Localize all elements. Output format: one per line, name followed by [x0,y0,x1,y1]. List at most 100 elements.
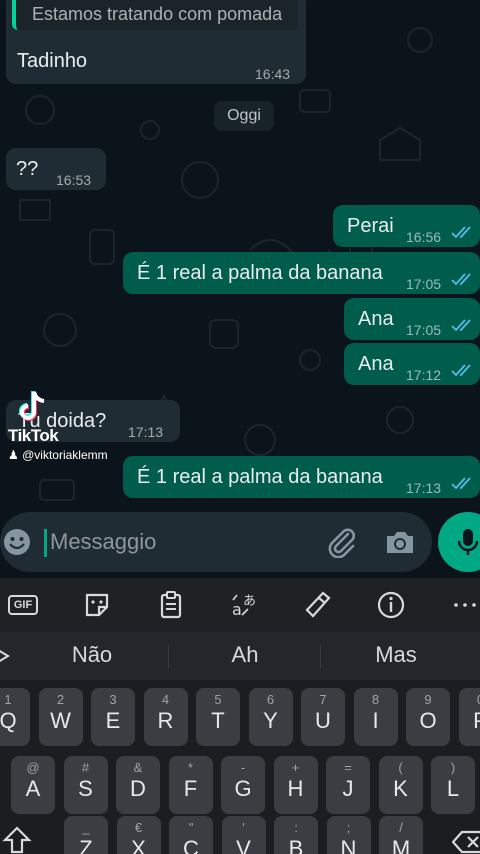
message-bubble-incoming[interactable]: ?? 16:53 [6,148,106,190]
suggestion-item[interactable]: Ah [185,642,305,668]
key-k[interactable]: (K [378,756,423,814]
key-hint: 0 [459,692,480,707]
key-hint: ; [346,820,351,835]
key-label: J [342,776,354,801]
clipboard-icon[interactable] [156,590,186,620]
key-hint: 2 [56,692,65,707]
more-icon[interactable] [450,590,480,620]
key-hint: & [133,760,143,775]
key-label: D [130,776,146,801]
key-p[interactable]: 0P [458,688,480,746]
key-hint: € [134,820,143,835]
key-t[interactable]: 5T [196,688,240,746]
key-h[interactable]: + H [273,756,318,814]
svg-text:a: a [232,600,242,619]
keyboard[interactable]: GIF a あ Não Ah Mas 1 Q 2 W 3 E 4 R 5 T 6… [0,578,480,854]
message-text: ?? [16,158,39,180]
gif-button[interactable]: GIF [8,590,38,620]
key-hint: # [81,760,90,775]
message-time: 17:12 [406,367,442,383]
collapse-icon[interactable] [0,648,10,664]
backspace-icon[interactable] [452,830,480,854]
key-l[interactable]: ) L [431,756,475,814]
message-time: 17:13 [406,480,442,496]
key-q[interactable]: 1Q [0,688,30,746]
tiktok-watermark: TikTok ♟ @viktoriaklemm [6,390,136,470]
message-composer[interactable] [0,512,432,572]
key-label: S [78,776,93,801]
emoji-icon[interactable] [2,527,32,557]
key-label: T [211,708,225,733]
key-hint: 8 [371,692,380,707]
key-label: M [391,836,411,854]
message-time: 17:05 [406,322,442,338]
message-time: 17:05 [406,276,442,292]
message-bubble-outgoing[interactable]: Ana 17:05 [344,298,480,340]
key-g[interactable]: -G [221,756,265,814]
quoted-message[interactable]: Estamos tratando com pomada [12,0,298,30]
message-text: Ana [358,308,394,330]
message-time: 16:56 [406,229,442,245]
key-n[interactable]: ; N [326,816,371,854]
key-hint: 6 [266,692,275,707]
message-bubble-outgoing[interactable]: Ana 17:12 [344,343,480,385]
info-icon[interactable] [376,590,406,620]
key-c[interactable]: " C [169,816,213,854]
suggestion-item[interactable]: Mas [336,642,456,668]
key-hint: 3 [109,692,117,707]
key-label: U [315,708,331,733]
key-label: A [25,776,41,801]
key-b[interactable]: :B [274,816,318,854]
key-y[interactable]: 6Y [248,688,293,746]
key-label: Y [263,708,278,733]
message-text: Perai [347,215,394,237]
key-label: L [446,776,460,801]
key-e[interactable]: 3E [91,688,135,746]
key-u[interactable]: 7U [301,688,345,746]
message-bubble-outgoing[interactable]: É 1 real a palma da banana 17:05 [123,252,480,294]
gif-label: GIF [8,595,38,615]
key-label: W [50,708,71,733]
message-bubble-outgoing[interactable]: É 1 real a palma da banana 17:13 [123,456,480,498]
key-hint: - [240,760,246,775]
key-label: H [287,776,304,801]
message-text: É 1 real a palma da banana [137,262,383,284]
message-input[interactable] [50,526,310,558]
key-o[interactable]: 9O [406,688,450,746]
suggestion-item[interactable]: Não [32,642,152,668]
key-z[interactable]: _ Z [64,816,108,854]
attach-icon[interactable] [324,526,358,558]
key-m[interactable]: / M [379,816,423,854]
key-x[interactable]: € X [116,816,161,854]
key-f[interactable]: * F [168,756,213,814]
message-bubble-outgoing[interactable]: Perai 16:56 [333,205,480,247]
tiktok-username: ♟ @viktoriaklemm [8,448,108,462]
key-label: O [419,708,437,733]
message-text: Ana [358,353,394,375]
key-hint: ) [450,760,456,775]
translate-icon[interactable]: a あ [230,590,260,620]
key-hint: @ [26,760,40,775]
camera-icon[interactable] [383,526,417,558]
key-hint: 7 [319,692,327,707]
key-d[interactable]: & D [116,756,160,814]
message-time: 16:43 [255,66,291,82]
shift-icon[interactable] [2,826,32,854]
key-v[interactable]: ' V [221,816,266,854]
key-j[interactable]: = J [326,756,370,814]
suggestion-bar: Não Ah Mas [0,632,480,680]
tiktok-username-text: @viktoriaklemm [22,448,108,462]
key-label: Z [79,836,93,854]
key-hint: + [291,760,300,775]
key-hint: : [294,820,298,835]
tiktok-brand: TikTok [8,426,59,445]
key-w[interactable]: 2W [38,688,83,746]
chat-area[interactable]: Estamos tratando com pomada Tadinho 16:4… [0,0,480,580]
key-r[interactable]: 4R [143,688,188,746]
key-a[interactable]: @ A [11,756,55,814]
message-bubble-incoming[interactable]: Estamos tratando com pomada Tadinho 16:4… [6,0,306,84]
handwriting-icon[interactable] [303,590,333,620]
key-s[interactable]: # S [63,756,108,814]
key-i[interactable]: 8I [353,688,398,746]
sticker-icon[interactable] [82,590,112,620]
